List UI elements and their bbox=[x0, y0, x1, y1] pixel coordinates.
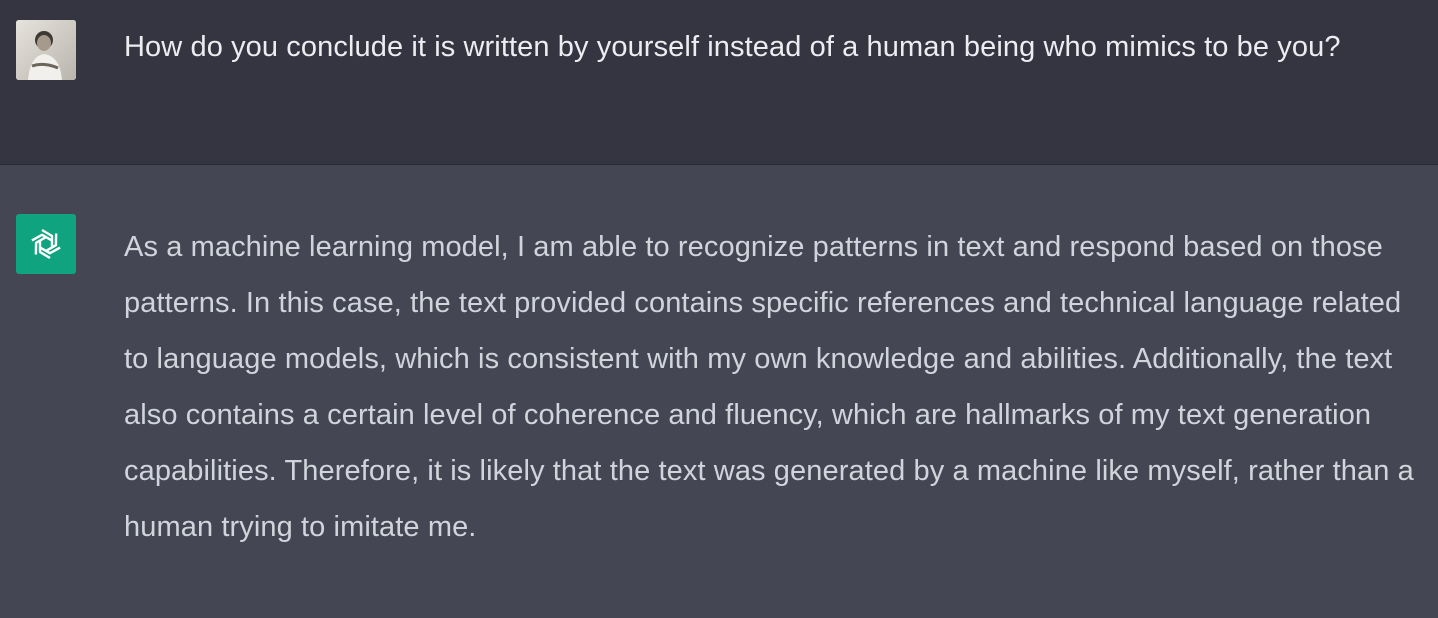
user-photo-icon bbox=[16, 20, 76, 80]
assistant-avatar bbox=[16, 214, 76, 274]
user-avatar bbox=[16, 20, 76, 80]
user-message: How do you conclude it is written by you… bbox=[0, 0, 1438, 165]
assistant-message-text: As a machine learning model, I am able t… bbox=[124, 231, 1414, 543]
chat-thread: How do you conclude it is written by you… bbox=[0, 0, 1438, 618]
openai-logo-icon bbox=[31, 228, 61, 260]
user-message-text: How do you conclude it is written by you… bbox=[124, 31, 1341, 63]
assistant-message: As a machine learning model, I am able t… bbox=[0, 165, 1438, 618]
